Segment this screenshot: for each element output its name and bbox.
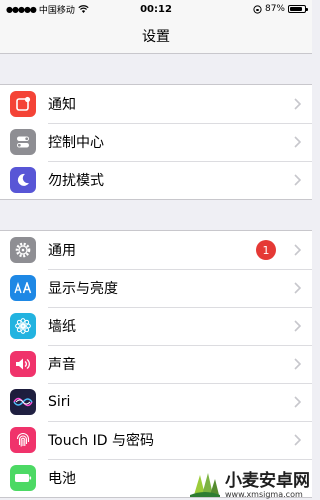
battery-percent: 87% bbox=[264, 4, 285, 14]
settings-row-touch-id[interactable]: Touch ID 与密码 bbox=[0, 421, 312, 459]
nav-bar: 设置 bbox=[0, 18, 312, 54]
settings-row-label: 通知 bbox=[48, 97, 76, 113]
battery-icon bbox=[10, 465, 36, 491]
settings-row-wallpaper[interactable]: 墙纸 bbox=[0, 307, 312, 345]
signal-strength-icon: ●●●●● bbox=[6, 4, 37, 14]
notifications-icon bbox=[10, 91, 36, 117]
moon-icon bbox=[10, 167, 36, 193]
chevron-right-icon bbox=[288, 396, 306, 408]
android-logo-icon bbox=[190, 473, 220, 497]
settings-row-general[interactable]: 通用 1 bbox=[0, 231, 312, 269]
settings-row-display-brightness[interactable]: 显示与亮度 bbox=[0, 269, 312, 307]
speaker-icon bbox=[10, 351, 36, 377]
chevron-right-icon bbox=[288, 244, 306, 256]
settings-row-label: Siri bbox=[48, 394, 71, 410]
wallpaper-flower-icon bbox=[10, 313, 36, 339]
display-brightness-icon bbox=[10, 275, 36, 301]
settings-row-do-not-disturb[interactable]: 勿扰模式 bbox=[0, 161, 312, 199]
orientation-lock-icon bbox=[253, 4, 262, 14]
settings-row-label: 墙纸 bbox=[48, 319, 76, 335]
chevron-right-icon bbox=[288, 174, 306, 186]
status-left: ●●●●● 中国移动 bbox=[6, 3, 89, 16]
control-center-icon bbox=[10, 129, 36, 155]
chevron-right-icon bbox=[288, 358, 306, 370]
siri-icon bbox=[10, 389, 36, 415]
settings-group-2: 通用 1 显示与亮度 墙纸 声音 Siri Touch ID 与密码 电池 bbox=[0, 230, 312, 498]
notification-badge: 1 bbox=[256, 240, 276, 260]
chevron-right-icon bbox=[288, 320, 306, 332]
settings-row-siri[interactable]: Siri bbox=[0, 383, 312, 421]
chevron-right-icon bbox=[288, 98, 306, 110]
status-bar: ●●●●● 中国移动 00:12 87% bbox=[0, 0, 312, 18]
settings-row-label: 通用 bbox=[48, 243, 76, 259]
battery-status-icon bbox=[288, 5, 308, 13]
page-title: 设置 bbox=[142, 28, 170, 45]
wifi-icon bbox=[78, 5, 89, 13]
settings-row-control-center[interactable]: 控制中心 bbox=[0, 123, 312, 161]
settings-row-label: 声音 bbox=[48, 357, 76, 373]
settings-row-label: 控制中心 bbox=[48, 135, 104, 151]
fingerprint-icon bbox=[10, 427, 36, 453]
settings-row-label: 勿扰模式 bbox=[48, 173, 104, 189]
chevron-right-icon bbox=[288, 282, 306, 294]
gear-icon bbox=[10, 237, 36, 263]
settings-row-notifications[interactable]: 通知 bbox=[0, 85, 312, 123]
watermark-url: www.xmsigma.com bbox=[225, 489, 303, 499]
settings-group-1: 通知 控制中心 勿扰模式 bbox=[0, 84, 312, 200]
settings-row-label: 显示与亮度 bbox=[48, 281, 118, 297]
carrier-name: 中国移动 bbox=[38, 5, 75, 16]
battery-level-fill bbox=[290, 7, 303, 11]
watermark-text: 小麦安卓网 www.xmsigma.com bbox=[225, 472, 310, 499]
chevron-right-icon bbox=[288, 434, 306, 446]
site-watermark: 小麦安卓网 www.xmsigma.com bbox=[188, 471, 310, 499]
chevron-right-icon bbox=[288, 136, 306, 148]
status-right: 87% bbox=[253, 4, 308, 14]
watermark-title: 小麦安卓网 bbox=[225, 470, 310, 491]
settings-row-sounds[interactable]: 声音 bbox=[0, 345, 312, 383]
settings-row-label: Touch ID 与密码 bbox=[48, 433, 154, 449]
